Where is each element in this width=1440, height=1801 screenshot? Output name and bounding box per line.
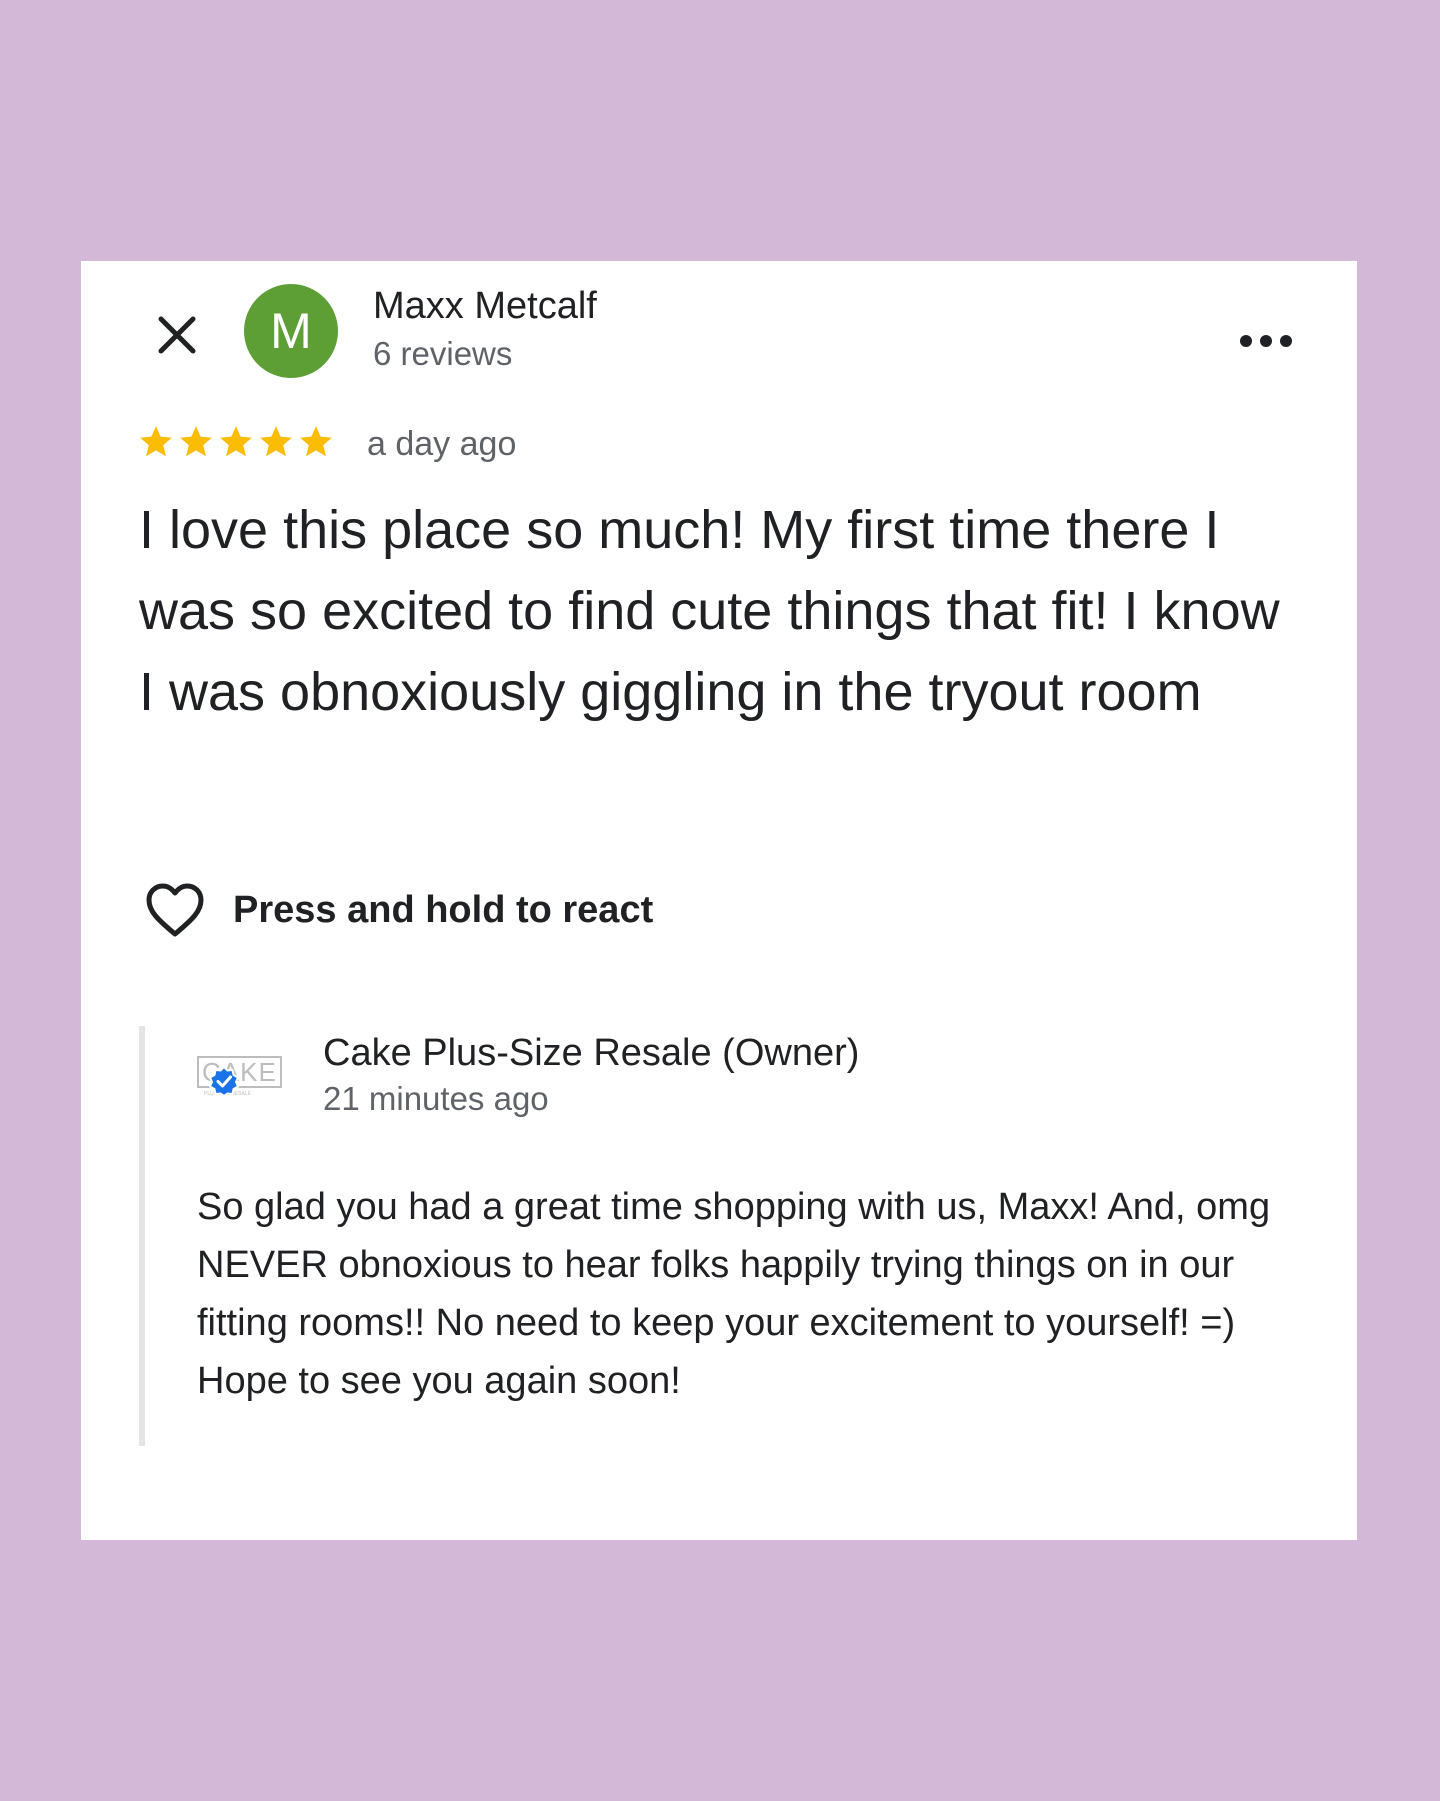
reviewer-review-count: 6 reviews xyxy=(373,335,513,372)
owner-reply: CAKE PLUS-SIZE RESALE Cake Plus-Size Res… xyxy=(139,1026,1295,1446)
review-time: a day ago xyxy=(367,425,517,463)
react-label: Press and hold to react xyxy=(233,888,654,931)
review-card: M Maxx Metcalf 6 reviews a day ago I lov… xyxy=(81,261,1357,1540)
star-icon xyxy=(300,426,332,457)
close-icon xyxy=(158,316,196,354)
star-icon xyxy=(260,426,292,457)
star-rating xyxy=(137,423,335,461)
owner-reply-text: So glad you had a great time shopping wi… xyxy=(197,1186,1271,1402)
star-icon xyxy=(140,426,172,457)
react-button[interactable]: Press and hold to react xyxy=(143,881,653,939)
reviewer-name[interactable]: Maxx Metcalf xyxy=(373,285,597,328)
reviewer-avatar[interactable]: M xyxy=(244,284,338,378)
star-icon xyxy=(220,426,252,457)
review-text: I love this place so much! My first time… xyxy=(139,500,1280,722)
more-horizontal-icon xyxy=(1240,335,1292,347)
close-button[interactable] xyxy=(149,307,205,363)
owner-name[interactable]: Cake Plus-Size Resale (Owner) xyxy=(323,1032,859,1075)
heart-outline-icon xyxy=(146,883,204,937)
more-options-button[interactable] xyxy=(1231,321,1301,361)
verified-badge-icon xyxy=(209,1066,239,1096)
owner-reply-time: 21 minutes ago xyxy=(323,1080,549,1117)
star-icon xyxy=(180,426,212,457)
